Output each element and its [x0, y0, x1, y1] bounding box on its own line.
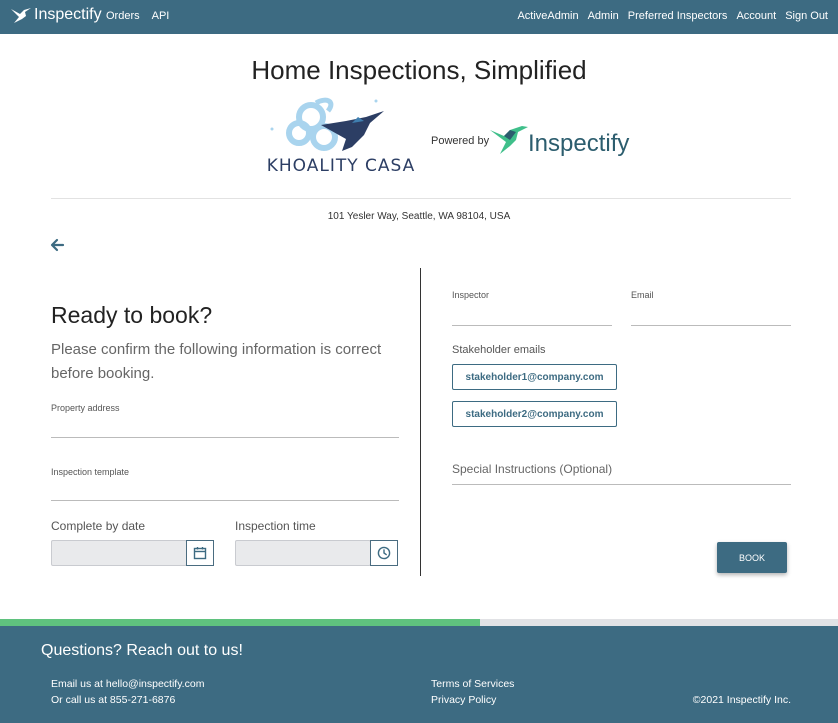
nav-right-links: ActiveAdmin Admin Preferred Inspectors A… — [517, 10, 828, 22]
copyright: ©2021 Inspectify Inc. — [692, 694, 791, 706]
inspection-template-input[interactable] — [51, 500, 399, 501]
progress-fill — [0, 619, 481, 626]
company-logo-text: KHOALITY CASA — [266, 156, 416, 176]
clock-icon — [377, 546, 391, 560]
stakeholder-emails-label: Stakeholder emails — [452, 344, 546, 356]
property-address-display: 101 Yesler Way, Seattle, WA 98104, USA — [327, 211, 511, 222]
special-instructions-input[interactable]: Special Instructions (Optional) — [452, 462, 612, 476]
nav-preferred-inspectors[interactable]: Preferred Inspectors — [628, 10, 728, 22]
stakeholder-chip[interactable]: stakeholder1@company.com — [452, 364, 617, 390]
header-divider — [51, 198, 791, 199]
nav-sign-out[interactable]: Sign Out — [785, 10, 828, 22]
footer-title: Questions? Reach out to us! — [41, 642, 243, 659]
top-navbar: Inspectify Orders API ActiveAdmin Admin … — [0, 0, 838, 34]
special-instructions-underline — [452, 484, 791, 485]
back-arrow-icon[interactable] — [50, 237, 66, 253]
clock-button[interactable] — [370, 540, 398, 566]
footer-email: Email us at hello@inspectify.com — [51, 678, 205, 690]
inspection-time-label: Inspection time — [235, 519, 316, 533]
nav-api[interactable]: API — [152, 10, 170, 22]
property-address-input[interactable] — [51, 437, 399, 438]
nav-account[interactable]: Account — [736, 10, 776, 22]
nav-activeadmin[interactable]: ActiveAdmin — [517, 10, 578, 22]
column-divider — [420, 268, 421, 576]
stakeholder-chip[interactable]: stakeholder2@company.com — [452, 401, 617, 427]
nav-orders[interactable]: Orders — [106, 10, 140, 22]
nav-admin[interactable]: Admin — [588, 10, 619, 22]
brand-logo[interactable]: Inspectify — [10, 6, 102, 24]
footer: Questions? Reach out to us! Email us at … — [0, 626, 838, 723]
inspectify-logo: Inspectify — [488, 124, 629, 158]
property-address-label: Property address — [51, 403, 120, 413]
complete-by-input[interactable] — [51, 540, 187, 566]
calendar-icon — [193, 547, 207, 560]
footer-phone: Or call us at 855-271-6876 — [51, 694, 176, 706]
inspector-label: Inspector — [452, 290, 490, 300]
email-input[interactable] — [631, 325, 791, 326]
hummingbird-logo-icon — [490, 126, 528, 154]
nav-left-links: Orders API — [106, 10, 169, 22]
calendar-button[interactable] — [186, 540, 214, 566]
complete-by-label: Complete by date — [51, 519, 146, 533]
inspectify-logo-text: Inspectify — [528, 130, 630, 157]
terms-link[interactable]: Terms of Services — [431, 678, 514, 690]
privacy-link[interactable]: Privacy Policy — [431, 694, 496, 706]
page-title: Home Inspections, Simplified — [251, 55, 587, 85]
ready-subtitle: Please confirm the following information… — [51, 341, 382, 382]
inspector-input[interactable] — [452, 325, 612, 326]
inspection-template-label: Inspection template — [51, 467, 130, 477]
progress-bar — [0, 619, 838, 626]
ready-title: Ready to book? — [51, 302, 213, 328]
brand-name: Inspectify — [34, 6, 102, 23]
book-button[interactable]: BOOK — [717, 542, 787, 573]
email-label: Email — [631, 290, 654, 300]
inspection-time-input[interactable] — [235, 540, 371, 566]
hummingbird-icon — [11, 8, 31, 23]
powered-by-label: Powered by — [431, 135, 490, 147]
